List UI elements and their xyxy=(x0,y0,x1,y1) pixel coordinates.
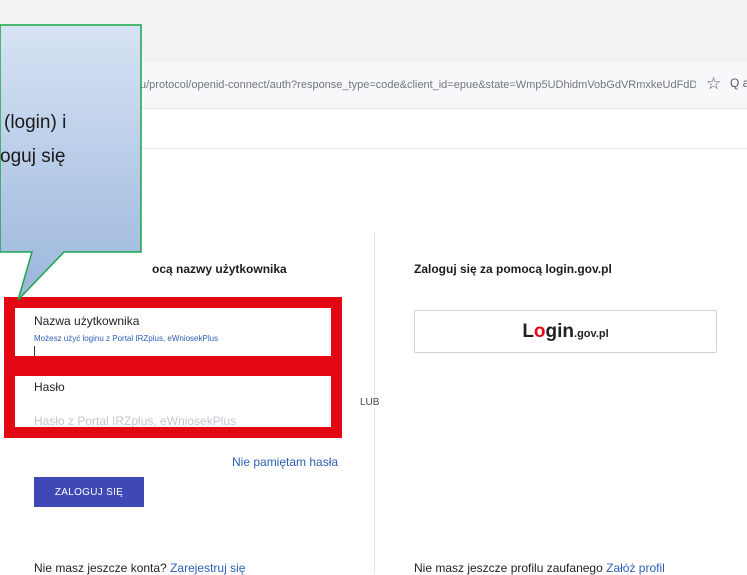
callout-line-1: (login) i xyxy=(4,112,67,133)
tutorial-callout xyxy=(0,24,142,301)
callout-line-2: oguj się xyxy=(0,146,66,167)
